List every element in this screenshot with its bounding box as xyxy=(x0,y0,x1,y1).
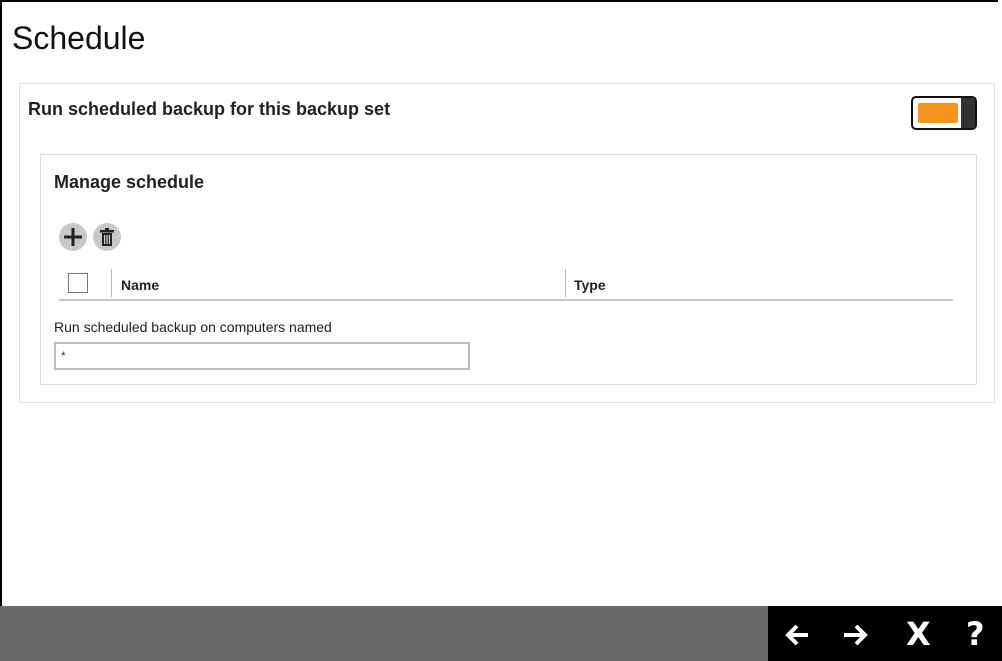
run-scheduled-toggle[interactable] xyxy=(911,96,977,130)
add-schedule-button[interactable] xyxy=(59,223,87,251)
page-title: Schedule xyxy=(12,20,146,56)
help-button[interactable]: ? xyxy=(966,615,985,653)
plus-icon xyxy=(64,228,82,246)
arrow-right-icon xyxy=(844,624,868,646)
column-header-type[interactable]: Type xyxy=(574,277,606,293)
column-divider xyxy=(111,269,112,297)
trash-icon xyxy=(100,228,114,246)
delete-schedule-button[interactable] xyxy=(93,223,121,251)
column-divider xyxy=(565,269,566,297)
navigation-box: X ? xyxy=(768,606,1002,661)
run-scheduled-label: Run scheduled backup for this backup set xyxy=(28,99,391,119)
close-button[interactable]: X xyxy=(906,615,931,653)
computers-named-label: Run scheduled backup on computers named xyxy=(54,319,332,335)
manage-schedule-panel: Manage schedule Name Type Run scheduled … xyxy=(40,154,977,385)
arrow-left-icon xyxy=(785,624,808,646)
select-all-checkbox[interactable] xyxy=(68,273,88,293)
back-button[interactable] xyxy=(774,606,824,661)
run-scheduled-panel: Run scheduled backup for this backup set… xyxy=(19,83,995,403)
footer-bar: X ? xyxy=(0,606,1002,661)
toggle-knob[interactable] xyxy=(961,98,975,128)
toggle-fill xyxy=(918,103,958,123)
next-button[interactable] xyxy=(832,606,882,661)
manage-schedule-title: Manage schedule xyxy=(54,172,205,192)
column-header-name[interactable]: Name xyxy=(121,277,159,293)
schedule-table-header: Name Type xyxy=(59,267,953,301)
computers-named-input[interactable] xyxy=(54,342,470,370)
